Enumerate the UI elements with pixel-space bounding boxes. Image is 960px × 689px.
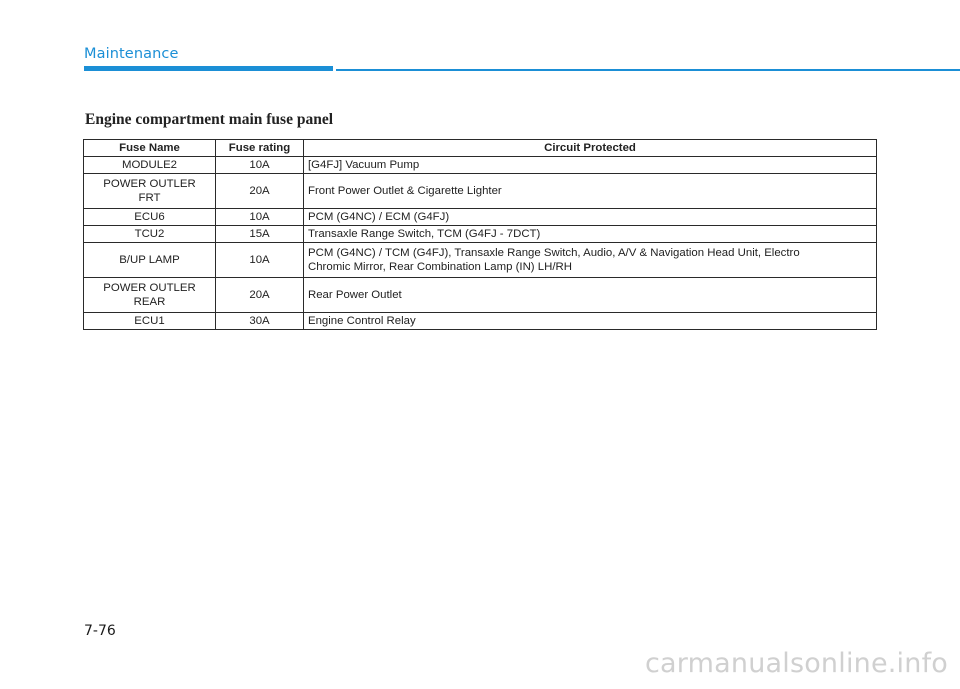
circuit-text: Transaxle Range Switch, TCM (G4FJ - 7DCT… [308, 228, 541, 240]
circuit-protected-cell: Rear Power Outlet [303, 277, 877, 313]
circuit-protected-cell: Engine Control Relay [303, 312, 877, 330]
fuse-rating-cell: 30A [215, 312, 304, 330]
fuse-name-cell: ECU1 [83, 312, 216, 330]
table-row: TCU2 15A Transaxle Range Switch, TCM (G4… [83, 225, 877, 243]
table-row: ECU6 10A PCM (G4NC) / ECM (G4FJ) [83, 208, 877, 226]
fuse-name-text: MODULE2 [121, 159, 178, 171]
column-header-fuse-rating: Fuse rating [215, 139, 304, 157]
circuit-text: Engine Control Relay [308, 315, 416, 327]
column-header-fuse-name: Fuse Name [83, 139, 216, 157]
fuse-name-text: REAR [133, 296, 166, 308]
circuit-text: Rear Power Outlet [308, 289, 402, 301]
fuse-name-text: FRT [138, 192, 161, 204]
table-row: POWER OUTLER FRT 20A Front Power Outlet &… [83, 173, 877, 209]
site-watermark[interactable]: carmanualsonline.info [645, 648, 948, 679]
page-number: 7-76 [84, 623, 116, 639]
fuse-rating-cell: 10A [215, 242, 304, 278]
fuse-rating-cell: 15A [215, 225, 304, 243]
header-accent-bar [84, 66, 333, 71]
fuse-name-text: B/UP LAMP [119, 254, 180, 266]
fuse-name-cell: B/UP LAMP [83, 242, 216, 278]
table-row: B/UP LAMP 10A PCM (G4NC) / TCM (G4FJ), T… [83, 242, 877, 278]
fuse-rating-cell: 20A [215, 277, 304, 313]
fuse-rating-cell: 20A [215, 173, 304, 209]
fuse-name-text: TCU2 [134, 228, 165, 240]
table-header-row: Fuse Name Fuse rating Circuit Protected [83, 139, 877, 157]
header-rule-line [336, 69, 960, 71]
fuse-name-cell: POWER OUTLER REAR [83, 277, 216, 313]
fuse-name-text: ECU1 [134, 315, 165, 327]
section-header-label: Maintenance [84, 46, 179, 62]
circuit-protected-cell: Transaxle Range Switch, TCM (G4FJ - 7DCT… [303, 225, 877, 243]
circuit-text: [G4FJ] Vacuum Pump [308, 159, 420, 171]
circuit-text: Chromic Mirror, Rear Combination Lamp (I… [308, 261, 572, 273]
column-header-circuit-protected: Circuit Protected [303, 139, 877, 157]
fuse-name-text: POWER OUTLER [103, 178, 196, 190]
fuse-table: Fuse Name Fuse rating Circuit Protected … [83, 139, 877, 330]
fuse-name-text: POWER OUTLER [103, 282, 196, 294]
fuse-name-text: ECU6 [134, 211, 165, 223]
table-row: ECU1 30A Engine Control Relay [83, 312, 877, 330]
fuse-name-cell: MODULE2 [83, 156, 216, 174]
fuse-rating-cell: 10A [215, 208, 304, 226]
circuit-text: PCM (G4NC) / ECM (G4FJ) [308, 211, 450, 223]
circuit-protected-cell: PCM (G4NC) / TCM (G4FJ), Transaxle Range… [303, 242, 877, 278]
circuit-protected-cell: Front Power Outlet & Cigarette Lighter [303, 173, 877, 209]
fuse-name-cell: TCU2 [83, 225, 216, 243]
table-row: POWER OUTLER REAR 20A Rear Power Outlet [83, 277, 877, 313]
circuit-protected-cell: PCM (G4NC) / ECM (G4FJ) [303, 208, 877, 226]
circuit-text: Front Power Outlet & Cigarette Lighter [308, 185, 502, 197]
fuse-name-cell: POWER OUTLER FRT [83, 173, 216, 209]
circuit-text: PCM (G4NC) / TCM (G4FJ), Transaxle Range… [308, 247, 800, 259]
fuse-name-cell: ECU6 [83, 208, 216, 226]
fuse-rating-cell: 10A [215, 156, 304, 174]
table-row: MODULE2 10A [G4FJ] Vacuum Pump [83, 156, 877, 174]
page-title: Engine compartment main fuse panel [85, 111, 333, 128]
circuit-protected-cell: [G4FJ] Vacuum Pump [303, 156, 877, 174]
